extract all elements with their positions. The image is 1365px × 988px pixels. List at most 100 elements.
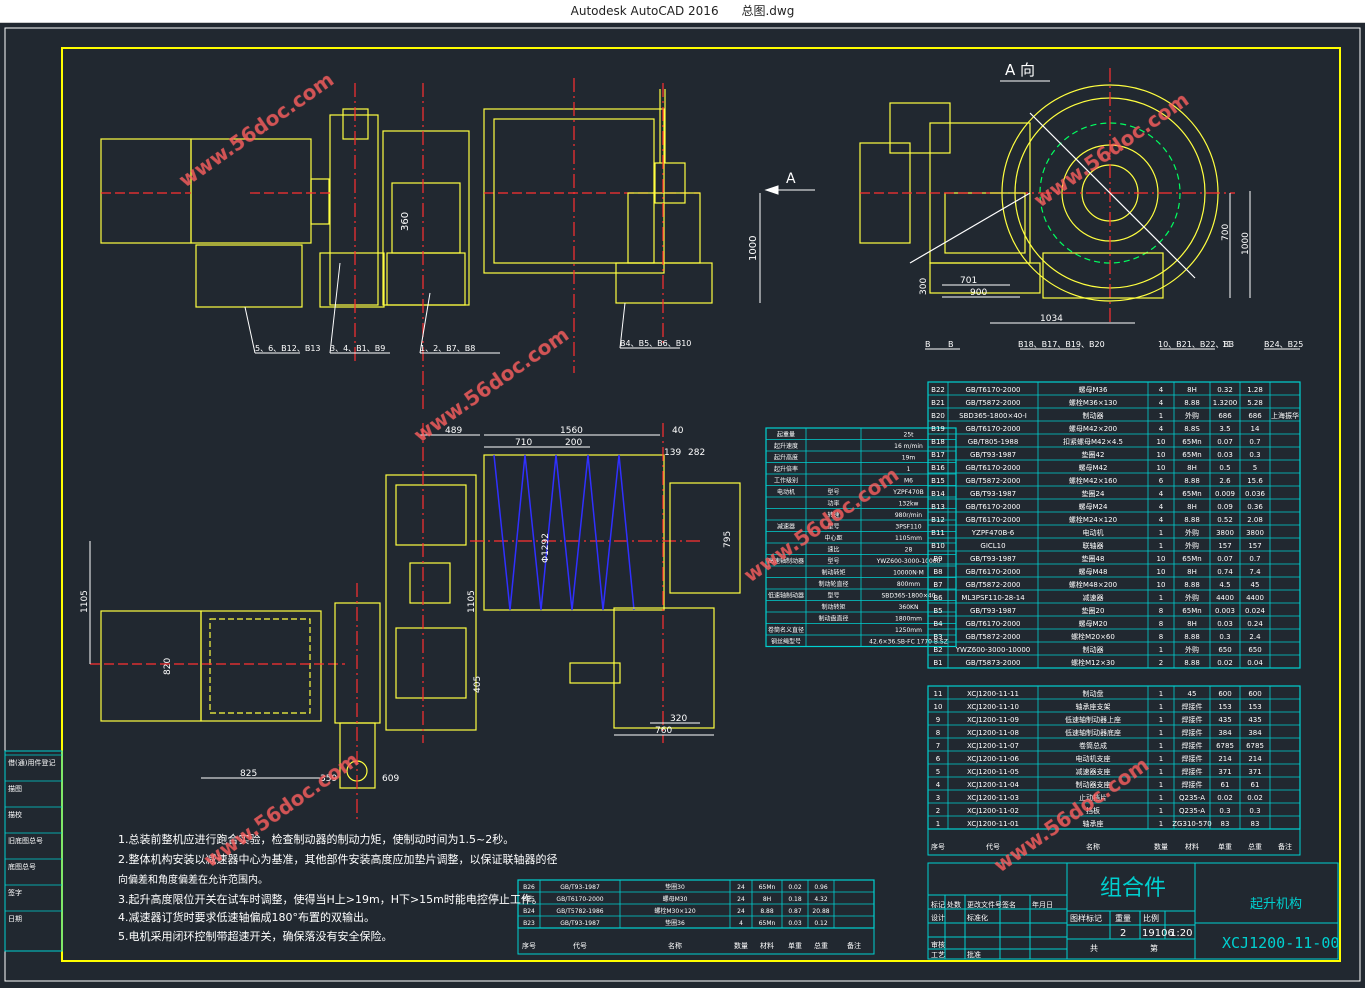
table-cell: 153 <box>1248 703 1261 711</box>
svg-text:820: 820 <box>163 658 173 675</box>
table-cell: GB/T5872-2000 <box>965 399 1020 407</box>
table-cell: 制动转矩 <box>821 569 845 577</box>
table-cell: 214 <box>1248 755 1262 763</box>
table-cell: 157 <box>1218 542 1231 550</box>
svg-text:3、4、B1、B9: 3、4、B1、B9 <box>330 344 385 353</box>
table-cell: 384 <box>1218 729 1232 737</box>
table-cell: 0.3 <box>1219 633 1230 641</box>
table-cell: B2 <box>933 646 942 654</box>
svg-text:11: 11 <box>1222 340 1232 349</box>
motor-body <box>100 138 192 244</box>
note-line: 3.起升高度限位开关在试车时调整，使得当H上>19m，H下>15m时能电控停止工… <box>118 892 543 906</box>
header-cell: 代号 <box>573 941 587 950</box>
header-cell: 单重 <box>788 941 802 950</box>
table-cell: 3800 <box>1216 529 1234 537</box>
table-cell: 垫圈42 <box>1082 450 1105 459</box>
table-cell: B24 <box>523 908 535 915</box>
table-cell: 65Mn <box>1182 438 1201 446</box>
drawing-canvas[interactable]: A 1000 360 5、6、B12、B13 3、4、B1、B9 1、2、B7、… <box>0 23 1365 984</box>
a-view-arrow: A <box>764 171 815 195</box>
table-cell: 钢丝绳型号 <box>771 638 801 646</box>
table-cell: 1 <box>1159 729 1163 737</box>
table-cell: 制动盘直径 <box>818 615 848 623</box>
table-cell: 焊接件 <box>1182 715 1203 724</box>
table-cell: 8.88 <box>1184 633 1200 641</box>
drawing-svg[interactable]: A 1000 360 5、6、B12、B13 3、4、B1、B9 1、2、B7、… <box>0 23 1365 984</box>
table-cell: 20.88 <box>812 908 829 915</box>
table-cell: 10000N·M <box>893 570 924 577</box>
table-cell: 10 <box>1157 464 1166 472</box>
table-cell: 0.74 <box>1217 568 1233 576</box>
table-cell: 制动盘 <box>1083 689 1104 698</box>
table-cell: 14 <box>1251 425 1260 433</box>
table-cell: 电动机 <box>1083 528 1104 537</box>
table-cell: 0.02 <box>1217 659 1233 667</box>
table-cell: 型号 <box>827 488 839 496</box>
table-cell: 5 <box>936 768 940 776</box>
svg-text:200: 200 <box>565 438 582 448</box>
table-cell: 0.7 <box>1249 438 1260 446</box>
table-cell: 1 <box>1159 768 1163 776</box>
table-cell: 0.024 <box>1245 607 1266 615</box>
table-cell: 螺母M42 <box>1079 463 1108 472</box>
svg-text:B: B <box>948 340 954 349</box>
table-cell: 8 <box>936 729 940 737</box>
table-cell: B8 <box>933 568 942 576</box>
svg-text:处数: 处数 <box>947 900 961 909</box>
svg-text:审核: 审核 <box>931 940 945 949</box>
table-cell: 焊接件 <box>1182 741 1203 750</box>
header-cell: 数量 <box>1154 842 1168 851</box>
table-cell: 1.28 <box>1247 386 1263 394</box>
table-cell: 65Mn <box>1182 555 1201 563</box>
table-cell: 3 <box>936 794 940 802</box>
svg-text:282: 282 <box>688 448 705 458</box>
table-cell: B11 <box>931 529 945 537</box>
table-cell: XCJ1200-11-02 <box>967 807 1019 815</box>
svg-text:第: 第 <box>1150 943 1158 953</box>
table-cell: XCJ1200-11-10 <box>967 703 1019 711</box>
table-cell: GB/T93-1987 <box>970 490 1016 498</box>
table-cell: 7 <box>936 742 940 750</box>
table-cell: 2 <box>1159 659 1163 667</box>
table-cell: 4400 <box>1246 594 1264 602</box>
table-cell: 螺栓M24×120 <box>1069 515 1117 524</box>
table-cell: 6785 <box>1246 742 1264 750</box>
note-line: 4.减速器订货时要求低速轴偏成180°布置的双输出。 <box>118 910 375 924</box>
table-cell: 7.4 <box>1249 568 1261 576</box>
table-cell: 8.88 <box>760 908 774 915</box>
table-cell: XCJ1200-11-06 <box>967 755 1019 763</box>
table-cell: 1800mm <box>895 616 922 623</box>
table-cell: 工作级别 <box>774 477 798 485</box>
table-cell: 157 <box>1248 542 1261 550</box>
table-cell: 减速器 <box>1083 593 1104 602</box>
table-cell: 中心距 <box>824 534 842 542</box>
table-cell: 11 <box>934 690 943 698</box>
bom-standard-parts: B22 GB/T6170-2000 螺母M36 4 8H 0.32 1.28B21 GB/T5… <box>927 381 1301 669</box>
table-cell: GB/T805-1988 <box>968 438 1019 446</box>
watermark-2: www.56doc.com <box>409 322 573 447</box>
header-cell: 名称 <box>1086 842 1100 851</box>
table-cell: GB/T6170-2000 <box>965 568 1020 576</box>
table-cell: 214 <box>1218 755 1232 763</box>
table-cell: 686 <box>1248 412 1262 420</box>
table-cell: B13 <box>931 503 945 511</box>
a-arrow-label: A <box>786 171 796 187</box>
table-cell: 1 <box>1159 594 1163 602</box>
table-cell: 24 <box>737 908 745 915</box>
table-cell: 8 <box>1159 620 1163 628</box>
table-cell: 型号 <box>827 592 839 600</box>
svg-text:40: 40 <box>672 426 684 436</box>
table-cell: 10 <box>1157 555 1166 563</box>
svg-text:5、6、B12、B13: 5、6、B12、B13 <box>255 344 321 353</box>
table-cell: 轴承座支架 <box>1076 702 1111 711</box>
table-cell: XCJ1200-11-04 <box>967 781 1019 789</box>
table-cell: 8H <box>1187 620 1197 628</box>
table-cell: 螺栓M42×160 <box>1069 476 1117 485</box>
table-cell: 8 <box>1159 633 1163 641</box>
svg-text:重量: 重量 <box>1115 913 1131 923</box>
svg-text:共: 共 <box>1090 944 1098 953</box>
table-cell: 10 <box>1157 438 1166 446</box>
table-cell: 371 <box>1218 768 1231 776</box>
table-cell: 0.009 <box>1215 490 1235 498</box>
table-cell: B4 <box>933 620 943 628</box>
